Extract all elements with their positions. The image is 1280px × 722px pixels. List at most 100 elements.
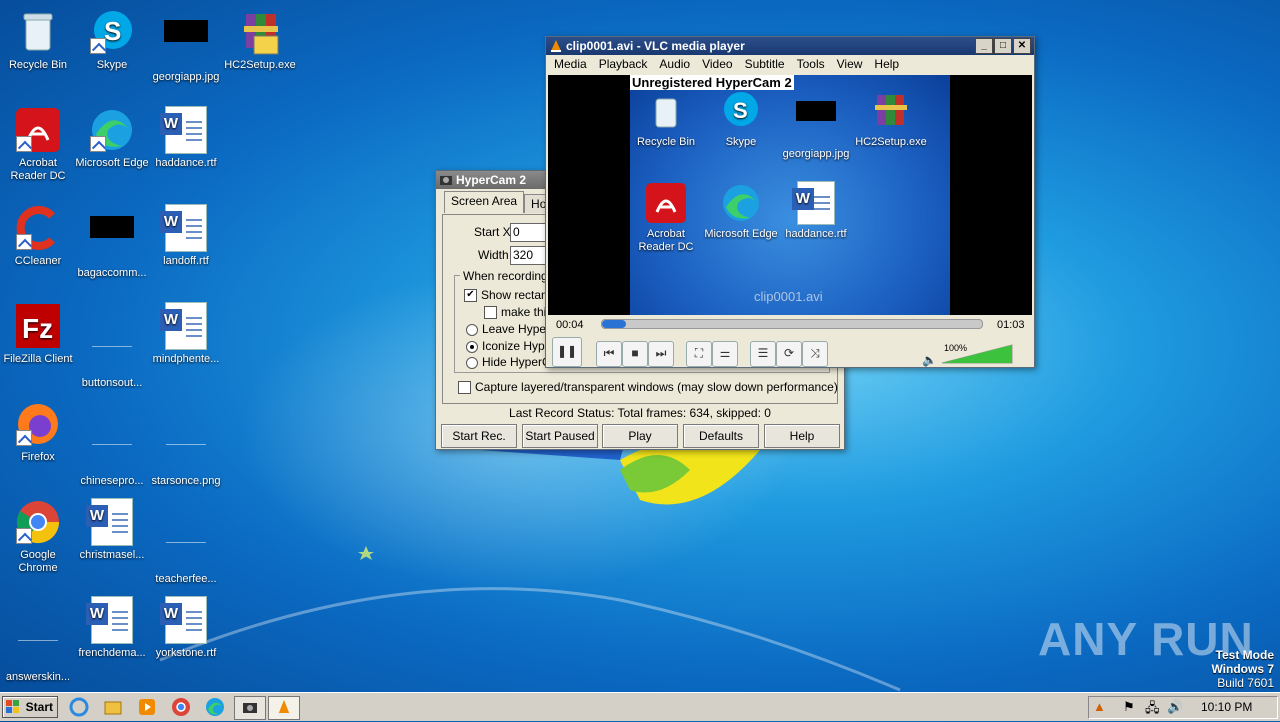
desktop-icon-landoff[interactable]: landoff.rtf — [148, 204, 224, 268]
fullscreen-button[interactable]: ⛶ — [686, 341, 712, 367]
taskbar: Start ▲ ⚑ 🖧 🔊 10:10 PM — [0, 692, 1280, 721]
capture-layered-option[interactable]: Capture layered/transparent windows (may… — [458, 380, 838, 395]
desktop-icon-starsonce[interactable]: starsonce.png — [148, 400, 224, 488]
icon-label: buttonsout... — [81, 377, 143, 389]
winrar-installer-icon — [236, 8, 284, 56]
volume-tray-icon[interactable]: 🔊 — [1167, 699, 1183, 715]
vlc-tray-icon[interactable]: ▲ — [1093, 699, 1106, 714]
checkbox-checked-icon[interactable]: ✔ — [464, 289, 477, 303]
tab-screen-area[interactable]: Screen Area — [444, 191, 525, 213]
pause-button[interactable]: ❚❚ — [552, 337, 582, 367]
minimize-icon[interactable]: _ — [975, 38, 993, 54]
desktop-icon-mindphente[interactable]: mindphente... — [148, 302, 224, 366]
desktop-icon-skype[interactable]: S Skype — [74, 8, 150, 72]
desktop-icon-georgiapp[interactable]: georgiapp.jpg — [148, 8, 224, 84]
radio-icon[interactable] — [466, 356, 478, 369]
video-area[interactable]: Unregistered HyperCam 2 Recycle Bin S Sk… — [548, 75, 1032, 315]
radio-icon[interactable] — [466, 323, 478, 336]
chrome-icon — [14, 498, 62, 546]
menu-playback[interactable]: Playback — [593, 55, 654, 73]
hypercam-taskbar-button[interactable] — [234, 696, 266, 720]
menu-tools[interactable]: Tools — [791, 55, 831, 73]
checkbox-icon[interactable] — [484, 306, 497, 320]
close-icon[interactable]: ✕ — [1013, 38, 1031, 54]
shortcut-arrow-icon — [90, 136, 106, 152]
desktop-icon-chrome[interactable]: Google Chrome — [0, 498, 76, 575]
ie-taskbar-icon[interactable] — [68, 696, 90, 718]
menu-subtitle[interactable]: Subtitle — [739, 55, 791, 73]
video-icon-acrobat: Acrobat Reader DC — [628, 181, 704, 254]
chrome-taskbar-icon[interactable] — [170, 696, 192, 718]
vlc-window: clip0001.avi - VLC media player _ □ ✕ Me… — [545, 36, 1035, 368]
desktop-icon-frenchdema[interactable]: frenchdema... — [74, 596, 150, 660]
desktop-icon-haddance[interactable]: haddance.rtf — [148, 106, 224, 170]
previous-button[interactable]: ⏮ — [596, 341, 622, 367]
make-option[interactable]: make thi — [484, 305, 546, 320]
desktop-icon-teacherfee[interactable]: teacherfee... — [148, 498, 224, 586]
checkbox-icon[interactable] — [458, 381, 471, 395]
desktop-icon-answerskin[interactable]: answerskin... — [0, 596, 76, 684]
desktop-icon-chinesepro[interactable]: chinesepro... — [74, 400, 150, 488]
width-input[interactable]: 320 — [510, 246, 550, 265]
clock[interactable]: 10:10 PM — [1201, 700, 1252, 714]
maximize-icon[interactable]: □ — [994, 38, 1012, 54]
next-button[interactable]: ⏭ — [648, 341, 674, 367]
icon-label: chinesepro... — [80, 475, 144, 487]
desktop-icon-recycle-bin[interactable]: Recycle Bin — [0, 8, 76, 72]
vlc-cone-icon — [278, 700, 290, 716]
seek-bar[interactable] — [601, 319, 983, 329]
loop-button[interactable]: ⟳ — [776, 341, 802, 367]
menu-help[interactable]: Help — [868, 55, 905, 73]
pause-icon: ❚❚ — [556, 344, 578, 358]
menu-view[interactable]: View — [831, 55, 869, 73]
icon-label: Google Chrome — [18, 549, 58, 574]
speaker-icon[interactable]: 🔈 — [922, 353, 937, 367]
defaults-button[interactable]: Defaults — [683, 424, 759, 448]
stop-button[interactable]: ■ — [622, 341, 648, 367]
menu-video[interactable]: Video — [696, 55, 738, 73]
desktop-icon-ccleaner[interactable]: CCleaner — [0, 204, 76, 268]
hide-option[interactable]: Hide HyperC — [466, 355, 551, 369]
desktop-icon-hc2setup[interactable]: HC2Setup.exe — [222, 8, 298, 72]
hypercam-overlay: Unregistered HyperCam 2 — [630, 75, 794, 90]
desktop-icon-acrobat[interactable]: Acrobat Reader DC — [0, 106, 76, 183]
flag-icon[interactable]: ⚑ — [1123, 699, 1135, 715]
desktop-icon-filezilla[interactable]: Fz FileZilla Client — [0, 302, 76, 366]
start-paused-button[interactable]: Start Paused — [522, 424, 598, 448]
start-button[interactable]: Start — [2, 696, 58, 718]
start-x-label: Start X — [474, 225, 511, 239]
menu-media[interactable]: Media — [548, 55, 593, 73]
desktop-icon-bagaccomm[interactable]: bagaccomm... — [74, 204, 150, 280]
extended-settings-button[interactable]: ⚌ — [712, 341, 738, 367]
desktop-icon-buttonsout[interactable]: buttonsout... — [74, 302, 150, 390]
word-document-icon — [160, 204, 210, 252]
radio-selected-icon[interactable] — [466, 340, 478, 353]
redacted-file-icon — [88, 216, 136, 264]
playlist-button[interactable]: ☰ — [750, 341, 776, 367]
media-player-taskbar-icon[interactable] — [136, 696, 158, 718]
leave-option[interactable]: Leave Hyper — [466, 322, 550, 336]
video-icon-haddance: haddance.rtf — [778, 181, 854, 241]
shuffle-button[interactable]: ⤨ — [802, 341, 828, 367]
start-rec-button[interactable]: Start Rec. — [441, 424, 517, 448]
iconize-option[interactable]: Iconize Hype — [466, 339, 551, 353]
menu-audio[interactable]: Audio — [653, 55, 696, 73]
redacted-file-icon — [162, 20, 210, 68]
desktop-icon-christmasel[interactable]: christmasel... — [74, 498, 150, 562]
network-icon[interactable]: 🖧 — [1145, 699, 1160, 721]
vlc-titlebar[interactable]: clip0001.avi - VLC media player _ □ ✕ — [546, 37, 1034, 55]
vlc-taskbar-button[interactable] — [268, 696, 300, 720]
edge-taskbar-icon[interactable] — [204, 696, 226, 718]
play-button[interactable]: Play — [602, 424, 678, 448]
desktop-icon-edge[interactable]: Microsoft Edge — [74, 106, 150, 170]
show-rect-option[interactable]: ✔ Show rectang — [464, 288, 554, 303]
explorer-taskbar-icon[interactable] — [102, 696, 124, 718]
hypercam-title: HyperCam 2 — [456, 173, 527, 187]
help-button[interactable]: Help — [764, 424, 840, 448]
video-icon-edge: Microsoft Edge — [703, 181, 779, 241]
desktop-icon-firefox[interactable]: Firefox — [0, 400, 76, 464]
desktop-icon-yorkstone[interactable]: yorkstone.rtf — [148, 596, 224, 660]
start-x-input[interactable]: 0 — [510, 223, 550, 242]
volume-slider[interactable] — [942, 343, 1014, 365]
time-elapsed: 00:04 — [556, 319, 584, 331]
